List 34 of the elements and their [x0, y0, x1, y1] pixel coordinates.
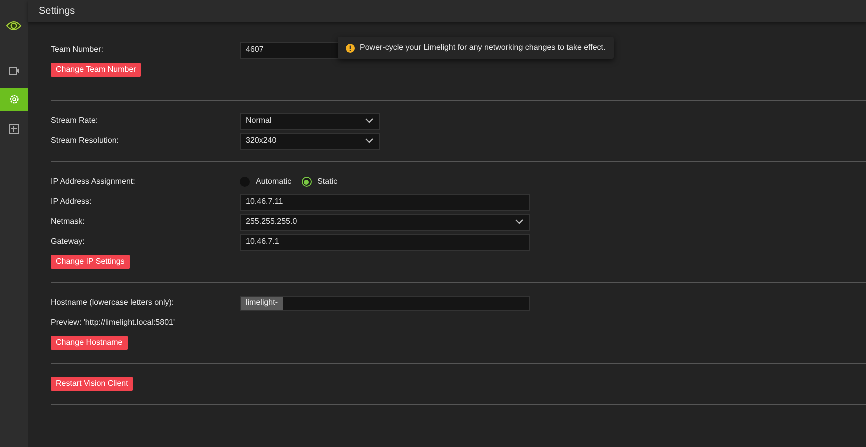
chevron-down-icon — [365, 118, 374, 124]
chevron-down-icon — [365, 138, 374, 144]
field-label: IP Address Assignment: — [51, 176, 136, 188]
dropdown[interactable]: Normal — [240, 112, 380, 130]
page-title: Settings — [39, 4, 76, 18]
action-button[interactable]: Restart Vision Client — [51, 377, 134, 391]
field-label: Team Number: — [51, 44, 104, 56]
action-button[interactable]: Change Team Number — [51, 63, 142, 77]
radio-label: Static — [318, 176, 338, 188]
toast-message: Power-cycle your Limelight for any networking changes to take effect. — [360, 42, 606, 54]
text-field[interactable]: 4607 — [240, 42, 340, 58]
dropdown[interactable]: 255.255.255.0 — [240, 214, 530, 230]
field-label: Netmask: — [51, 216, 86, 228]
action-button[interactable]: Change Hostname — [51, 336, 128, 350]
dropdown[interactable]: 320x240 — [240, 132, 380, 150]
field-label: Stream Rate: — [51, 115, 100, 127]
text-field[interactable]: 10.46.7.1 — [240, 234, 530, 250]
text-field[interactable]: 10.46.7.11 — [240, 194, 530, 210]
warning-icon — [346, 44, 355, 52]
action-button[interactable]: Change IP Settings — [51, 255, 130, 269]
eye-logo-icon — [6, 20, 22, 32]
field-label: Stream Resolution: — [51, 135, 120, 147]
grid-icon — [9, 124, 19, 134]
field-label: Gateway: — [51, 236, 86, 248]
hostname-field[interactable]: limelight- — [240, 296, 530, 310]
preview-text: Preview: 'http://limelight.local:5801' — [51, 317, 176, 329]
gear-icon — [8, 94, 20, 105]
field-label: Hostname (lowercase letters only): — [51, 297, 176, 309]
field-label: IP Address: — [51, 196, 93, 208]
radio-label: Automatic — [256, 176, 292, 188]
chevron-down-icon — [515, 219, 524, 225]
camera-icon — [8, 66, 20, 74]
prefix-label: limelight- — [241, 296, 284, 310]
radio-button[interactable] — [302, 177, 312, 187]
